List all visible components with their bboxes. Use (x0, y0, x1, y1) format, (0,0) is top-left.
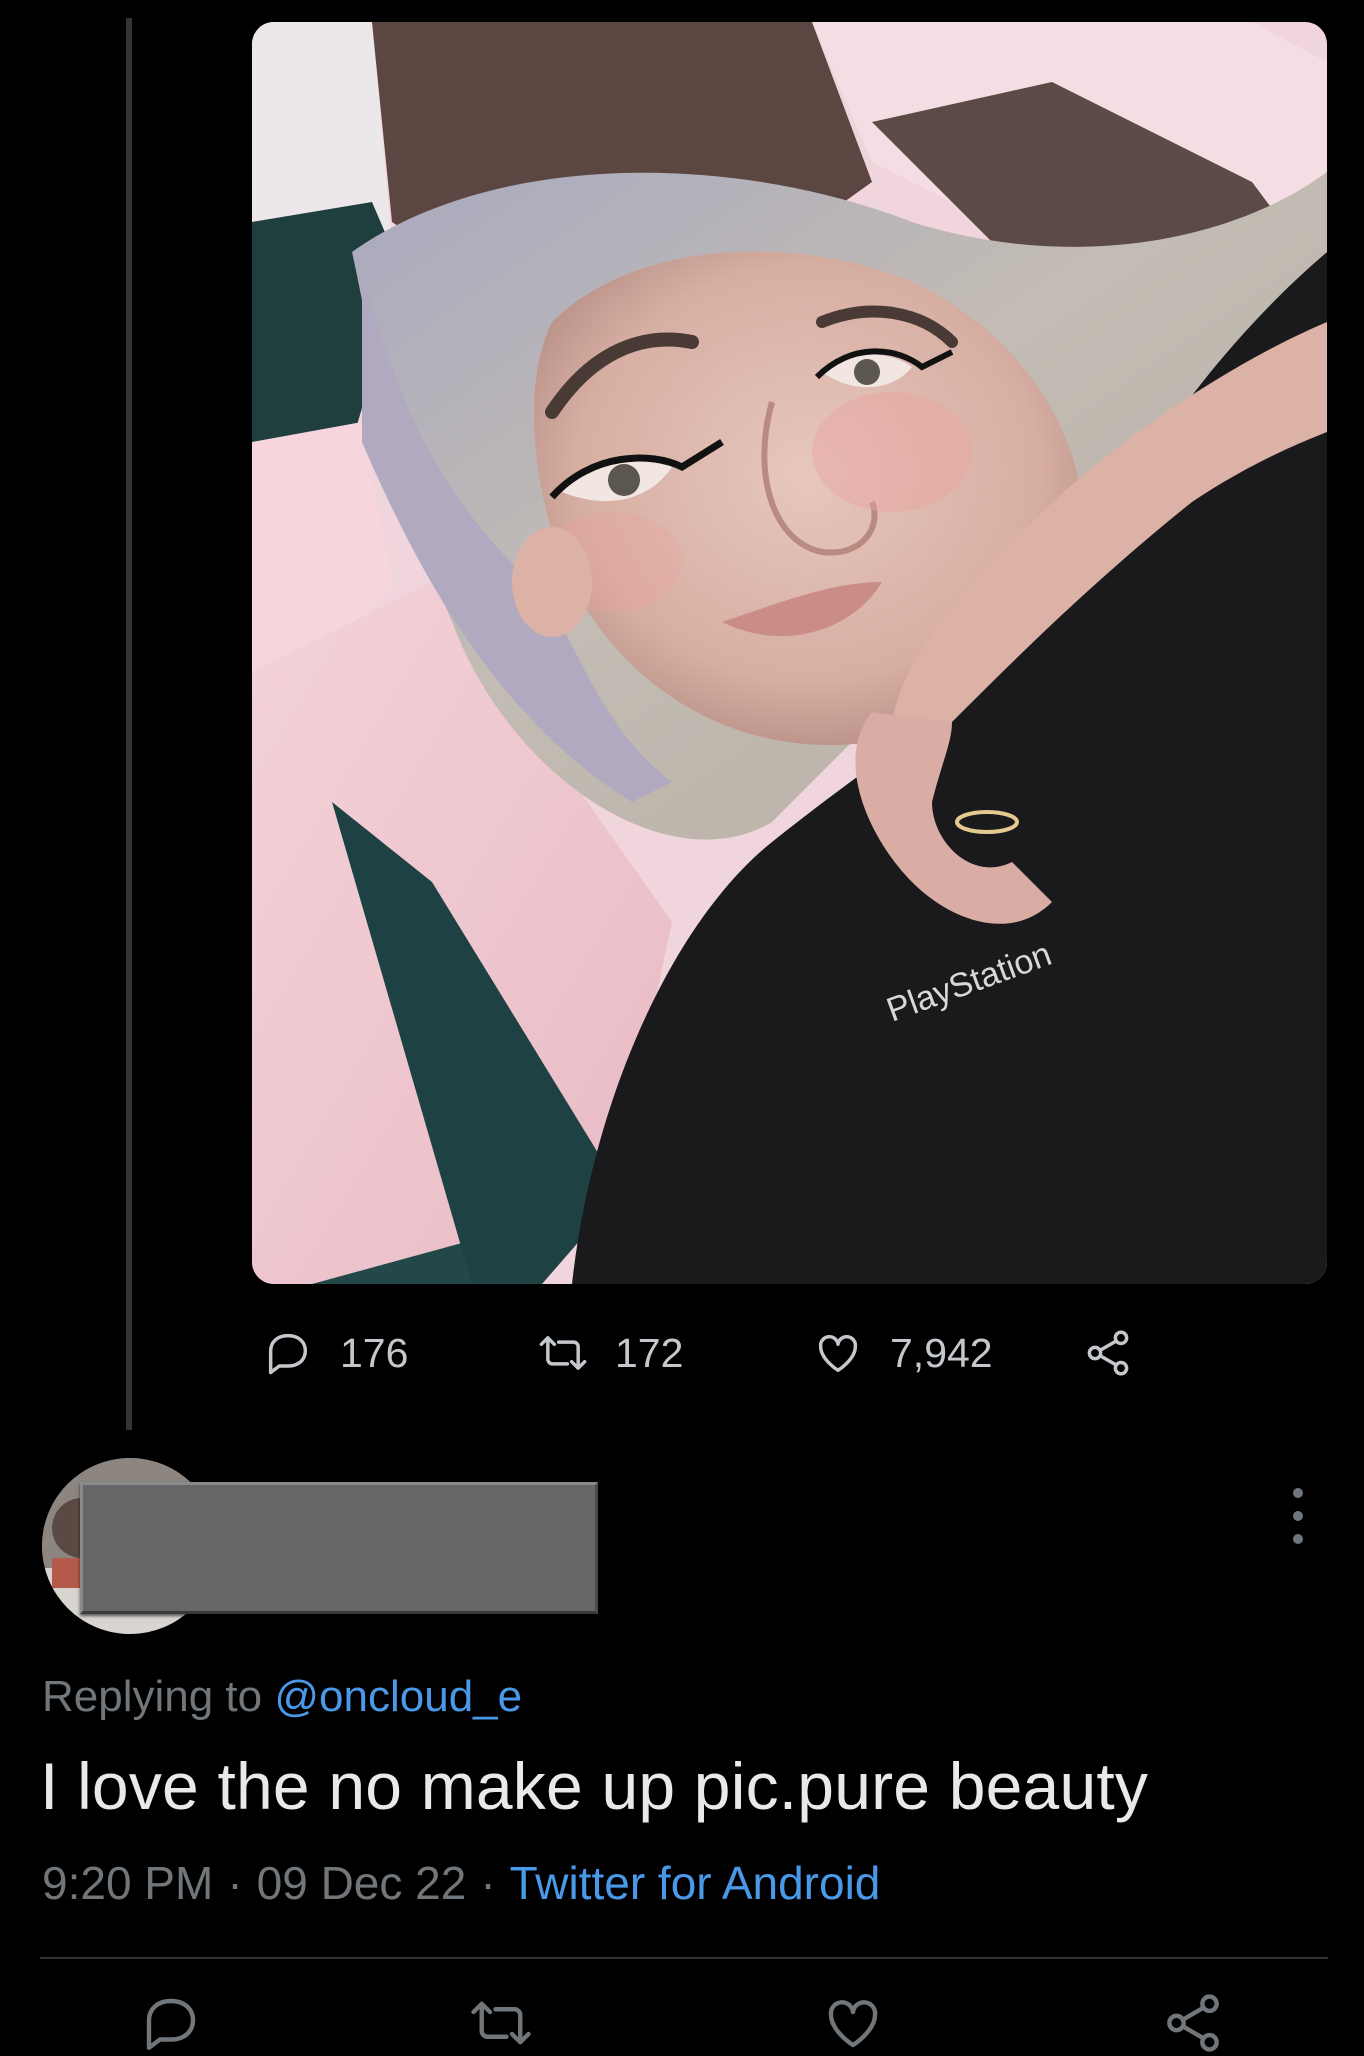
tweet-action-bar: 176 172 7,942 (252, 1318, 1152, 1388)
reply-count: 176 (340, 1329, 409, 1376)
like-count: 7,942 (890, 1329, 993, 1376)
more-options-button[interactable] (1280, 1488, 1316, 1544)
meta-separator: · (227, 1857, 243, 1909)
replying-to-handle-link[interactable]: @oncloud_e (274, 1672, 522, 1721)
replying-to-label: Replying to (42, 1672, 263, 1721)
thread-connector-line (126, 18, 132, 1430)
share-icon (1087, 1330, 1129, 1376)
reply-icon (268, 1333, 308, 1375)
heart-icon[interactable] (820, 1990, 886, 2056)
redacted-username-block (80, 1482, 598, 1614)
tweet-date[interactable]: 09 Dec 22 (257, 1857, 467, 1909)
share-icon[interactable] (1160, 1990, 1226, 2056)
meta-separator: · (480, 1857, 496, 1909)
tweet-time[interactable]: 9:20 PM (42, 1857, 213, 1909)
photo-illustration: PlayStation (252, 22, 1327, 1284)
retweet-icon (539, 1336, 587, 1370)
tweet-source-link[interactable]: Twitter for Android (510, 1857, 881, 1909)
reply-button[interactable]: 176 (262, 1318, 408, 1388)
like-button[interactable]: 7,942 (812, 1318, 993, 1388)
reply-action-bar (0, 1990, 1364, 2052)
replying-to-line: Replying to @oncloud_e (42, 1672, 522, 1722)
share-button[interactable] (1082, 1318, 1134, 1388)
tweet-photo[interactable]: PlayStation (252, 22, 1327, 1284)
retweet-count: 172 (615, 1329, 684, 1376)
divider (40, 1957, 1328, 1959)
retweet-button[interactable]: 172 (537, 1318, 683, 1388)
reply-tweet-text: I love the no make up pic.pure beauty (40, 1749, 1149, 1823)
tweet-metadata: 9:20 PM · 09 Dec 22 · Twitter for Android (42, 1856, 880, 1910)
retweet-icon[interactable] (468, 1990, 534, 2056)
heart-icon (818, 1335, 858, 1373)
more-options-icon (1293, 1488, 1303, 1498)
reply-icon[interactable] (138, 1990, 204, 2056)
